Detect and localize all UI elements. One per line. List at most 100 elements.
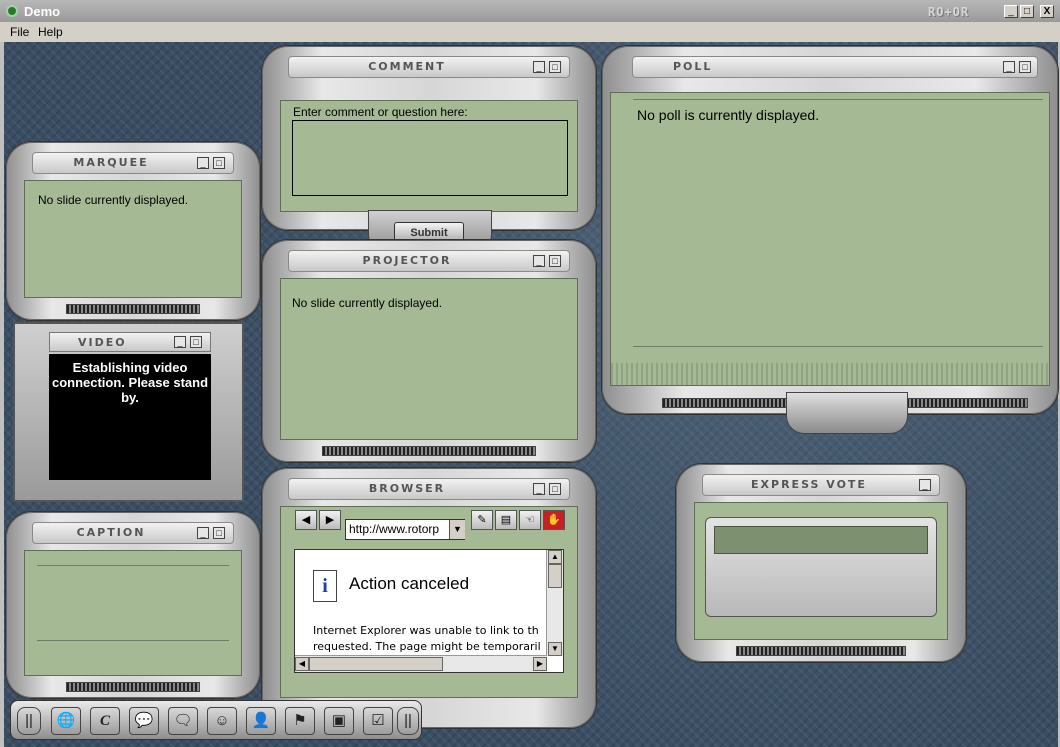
horizontal-scrollbar[interactable]: ◀ ▶ <box>295 655 547 672</box>
info-icon: i <box>313 570 337 602</box>
browser-maximize-button[interactable]: □ <box>549 483 561 495</box>
page-text-line-1: Internet Explorer was unable to link to … <box>313 624 539 637</box>
caption-top-rule <box>37 565 229 566</box>
video-status-message: Establishing video connection. Please st… <box>51 360 209 405</box>
projector-minimize-button[interactable]: _ <box>533 255 545 267</box>
vote-bar <box>714 526 928 554</box>
brand-logo: RO+OR <box>928 5 970 19</box>
poll-footer-texture <box>611 363 1049 385</box>
masks-icon[interactable]: ☺ <box>207 707 237 735</box>
chat-icon[interactable]: 💬 <box>129 707 159 735</box>
poll-minimize-button[interactable]: _ <box>1003 61 1015 73</box>
menu-bar: File Help <box>0 22 1060 42</box>
person-icon[interactable]: 👤 <box>246 707 276 735</box>
browser-header[interactable]: BROWSER _ □ <box>288 478 570 500</box>
browser-title: BROWSER <box>368 482 446 495</box>
express-vote-grill <box>736 646 906 656</box>
grip-icon[interactable]: || <box>17 707 41 735</box>
scroll-right-icon[interactable]: ▶ <box>533 657 547 671</box>
poll-top-rule <box>633 99 1043 100</box>
marquee-title: MARQUEE <box>73 156 149 169</box>
video-minimize-button[interactable]: _ <box>174 336 186 348</box>
flag-icon[interactable]: ⚑ <box>285 707 315 735</box>
caption-header[interactable]: CAPTION _ □ <box>32 522 234 544</box>
minimize-button[interactable]: _ <box>1004 5 1018 18</box>
video-panel: VIDEO _ □ Establishing video connection.… <box>13 322 244 502</box>
marquee-grill <box>66 304 200 314</box>
checklist-icon[interactable]: ☑ <box>363 707 393 735</box>
forward-icon[interactable]: ▶ <box>319 510 341 530</box>
marquee-maximize-button[interactable]: □ <box>213 157 225 169</box>
back-icon[interactable]: ◀ <box>295 510 317 530</box>
browser-page: i Action canceled Internet Explorer was … <box>294 549 564 673</box>
marquee-header[interactable]: MARQUEE _ □ <box>32 152 234 174</box>
window-title: Demo <box>24 4 61 19</box>
caption-panel: CAPTION _ □ <box>6 512 260 698</box>
comment-body: Enter comment or question here: <box>280 100 578 212</box>
comment-panel: COMMENT _ □ Enter comment or question he… <box>262 46 596 230</box>
scroll-down-icon[interactable]: ▼ <box>548 642 562 656</box>
comment-title: COMMENT <box>368 60 446 73</box>
poll-bottom-rule <box>633 346 1043 347</box>
caption-minimize-button[interactable]: _ <box>197 527 209 539</box>
horizontal-scroll-thumb[interactable] <box>309 657 443 671</box>
poll-title: POLL <box>673 60 713 73</box>
title-bar: Demo RO+OR _ □ X <box>0 0 1060 22</box>
url-dropdown-icon[interactable]: ▼ <box>449 520 465 539</box>
globe-icon[interactable]: 🌐 <box>51 707 81 735</box>
caption-maximize-button[interactable]: □ <box>213 527 225 539</box>
caption-title: CAPTION <box>76 526 146 539</box>
close-button[interactable]: X <box>1040 5 1054 18</box>
marquee-message: No slide currently displayed. <box>38 193 189 207</box>
menu-file[interactable]: File <box>10 25 29 39</box>
comment-maximize-button[interactable]: □ <box>549 61 561 73</box>
screen-icon[interactable]: ▣ <box>324 707 354 735</box>
express-vote-minimize-button[interactable]: _ <box>919 479 931 491</box>
url-field[interactable]: http://www.rotorp <box>345 519 465 540</box>
projector-body: No slide currently displayed. <box>280 278 578 440</box>
stop-icon[interactable]: ✋ <box>543 510 565 530</box>
poll-header[interactable]: POLL _ □ <box>632 56 1038 78</box>
vote-display <box>705 517 937 617</box>
video-screen: Establishing video connection. Please st… <box>49 354 211 480</box>
express-vote-header[interactable]: EXPRESS VOTE _ <box>702 474 940 496</box>
poll-message: No poll is currently displayed. <box>637 107 820 123</box>
hand-icon[interactable]: ☜ <box>519 510 541 530</box>
caption-body <box>24 550 242 676</box>
edit-icon[interactable]: ✎ <box>471 510 493 530</box>
vertical-scroll-thumb[interactable] <box>548 564 562 588</box>
menu-help[interactable]: Help <box>38 25 63 39</box>
comment-label: Enter comment or question here: <box>293 105 468 119</box>
maximize-button[interactable]: □ <box>1020 5 1034 18</box>
marquee-body: No slide currently displayed. <box>24 180 242 298</box>
comment-textarea[interactable] <box>292 120 568 196</box>
video-header[interactable]: VIDEO _ □ <box>49 332 211 352</box>
app-logo-icon <box>6 5 18 17</box>
browser-minimize-button[interactable]: _ <box>533 483 545 495</box>
projector-grill <box>322 446 536 456</box>
comment-header[interactable]: COMMENT _ □ <box>288 56 570 78</box>
poll-bottom-plate <box>786 392 908 434</box>
projector-title: PROJECTOR <box>362 254 452 267</box>
projector-panel: PROJECTOR _ □ No slide currently display… <box>262 240 596 462</box>
projector-header[interactable]: PROJECTOR _ □ <box>288 250 570 272</box>
video-maximize-button[interactable]: □ <box>190 336 202 348</box>
page-text-line-2: requested. The page might be temporaril <box>313 640 541 653</box>
c-icon[interactable]: C <box>90 707 120 735</box>
express-vote-panel: EXPRESS VOTE _ <box>676 464 966 662</box>
page-heading: Action canceled <box>349 574 470 593</box>
scroll-left-icon[interactable]: ◀ <box>295 657 309 671</box>
caption-bottom-rule <box>37 640 229 641</box>
vertical-scrollbar[interactable]: ▲ ▼ <box>546 550 563 656</box>
poll-body: No poll is currently displayed. <box>610 92 1050 386</box>
comment-minimize-button[interactable]: _ <box>533 61 545 73</box>
scroll-up-icon[interactable]: ▲ <box>548 550 562 564</box>
projector-maximize-button[interactable]: □ <box>549 255 561 267</box>
comment-icon[interactable]: 🗨 <box>168 707 198 735</box>
poll-maximize-button[interactable]: □ <box>1019 61 1031 73</box>
print-icon[interactable]: ▤ <box>495 510 517 530</box>
marquee-minimize-button[interactable]: _ <box>197 157 209 169</box>
caption-grill <box>66 682 200 692</box>
grip-icon-right[interactable]: || <box>397 707 419 735</box>
express-vote-body <box>694 502 948 640</box>
